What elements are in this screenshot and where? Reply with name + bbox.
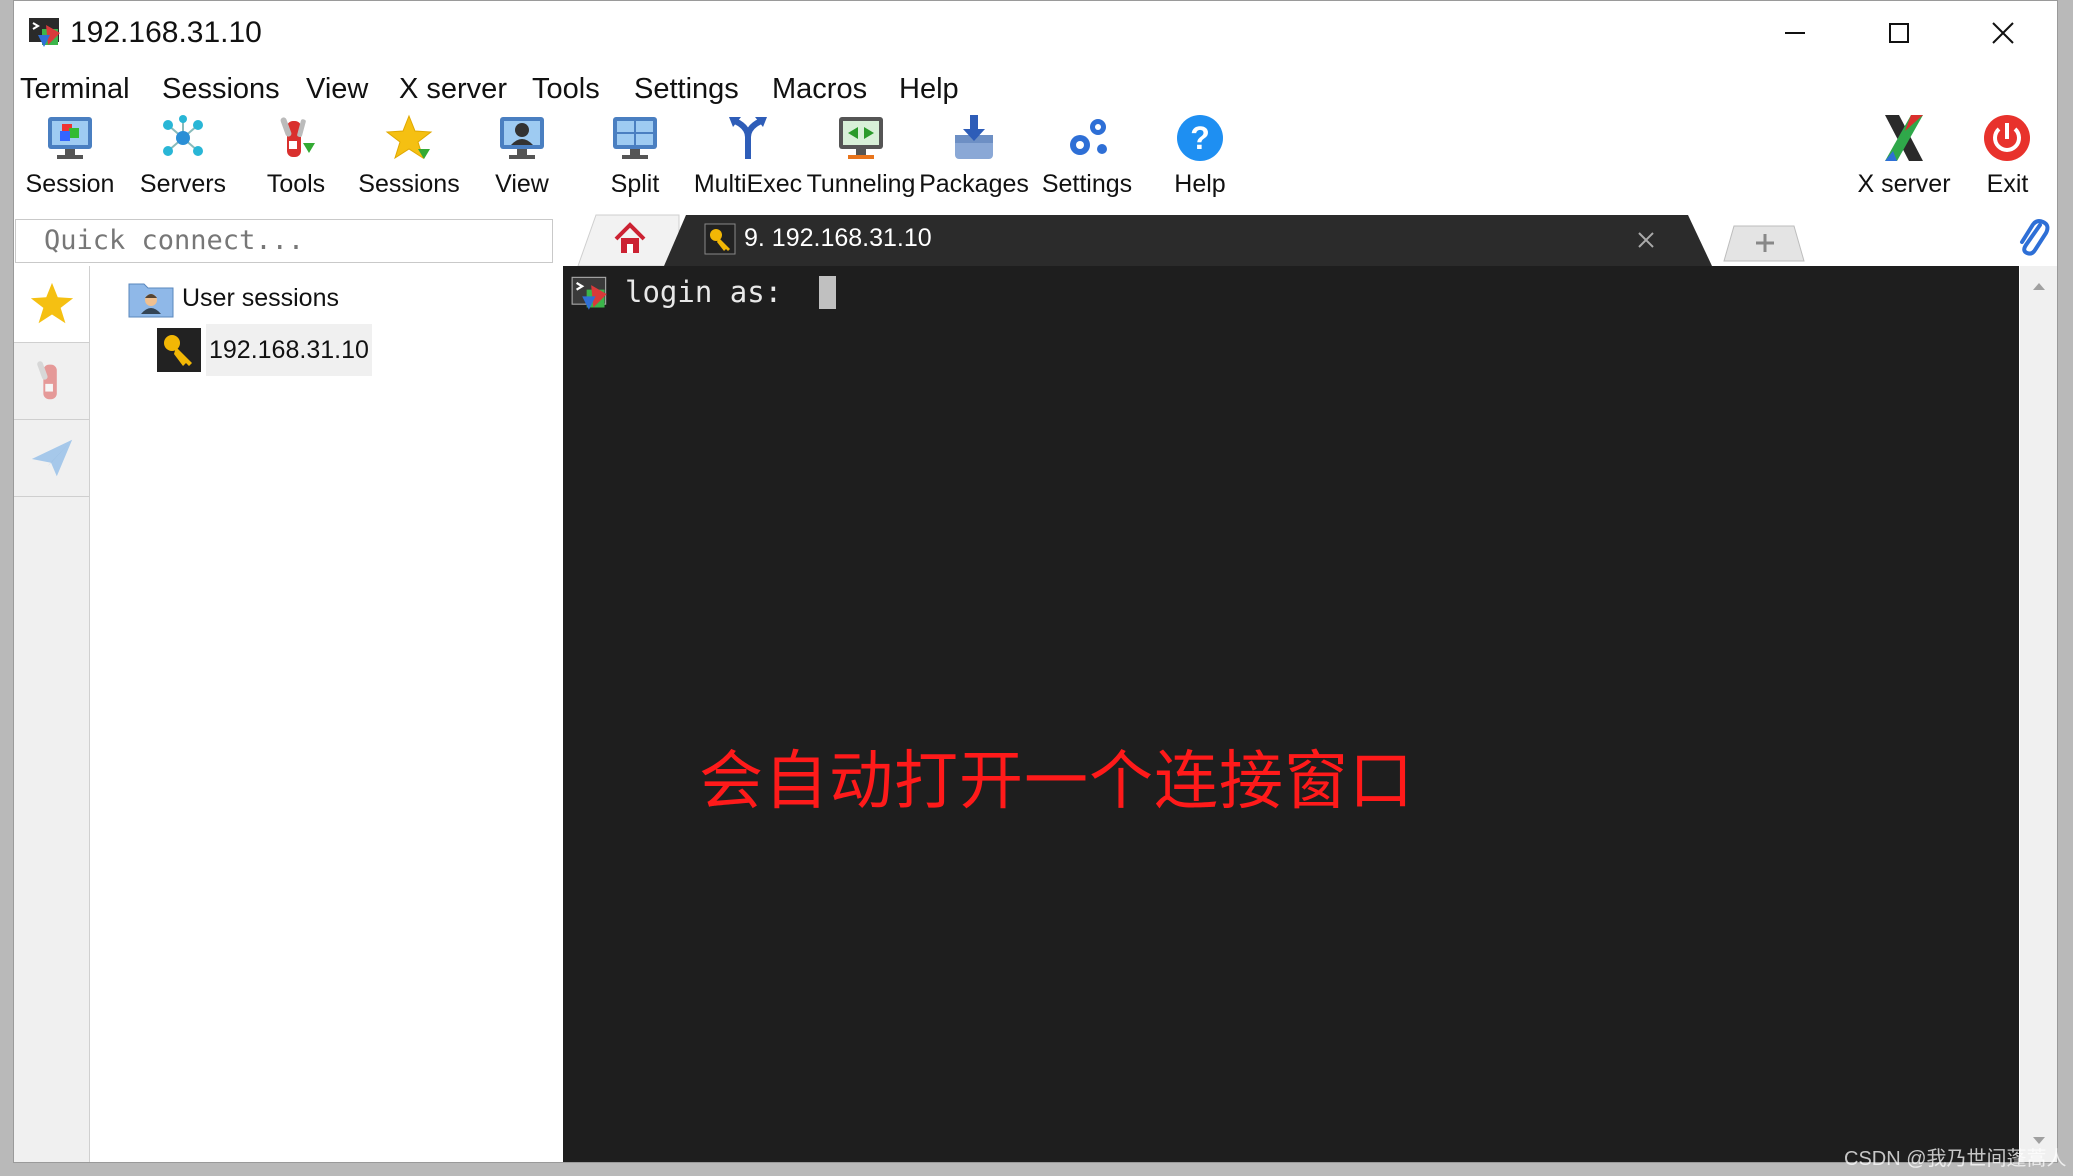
tunneling-icon (839, 117, 883, 159)
session-tab-active[interactable]: 9. 192.168.31.10 (704, 219, 1664, 259)
maximize-icon (1889, 23, 1909, 43)
settings-label: Settings (1041, 170, 1133, 198)
view-label: View (495, 170, 549, 198)
session-label: Session (25, 170, 115, 198)
view-button[interactable]: View (466, 111, 578, 211)
attachment-button[interactable] (2014, 215, 2050, 259)
minimize-icon (1785, 32, 1805, 34)
user-folder-icon (128, 283, 174, 318)
split-label: Split (610, 170, 660, 198)
session-button[interactable]: Session (14, 111, 126, 211)
close-icon (1992, 22, 2014, 44)
tab-close-icon[interactable] (1637, 231, 1655, 249)
home-tab[interactable] (610, 219, 650, 259)
red-annotation-text: 会自动打开一个连接窗口 (699, 745, 1414, 819)
tools-icon (280, 117, 315, 157)
plus-icon (1756, 234, 1774, 252)
sessions-side-tab[interactable] (14, 266, 89, 343)
session-tab-label: 9. 192.168.31.10 (744, 224, 932, 252)
help-icon: ? (1177, 115, 1223, 161)
menu-tools[interactable]: Tools (532, 71, 600, 107)
servers-button[interactable]: Servers (127, 111, 239, 211)
power-icon (1984, 115, 2030, 161)
tools-icon (36, 361, 57, 400)
title-bar: 192.168.31.10 (14, 1, 2057, 65)
key-icon (704, 223, 736, 255)
help-label: Help (1174, 170, 1226, 198)
sessions-label: Sessions (358, 170, 460, 198)
terminal-prompt: login as: (625, 275, 800, 309)
packages-button[interactable]: Packages (918, 111, 1030, 211)
sidebar-strip (14, 266, 90, 1162)
multiexec-label: MultiExec (693, 170, 803, 198)
terminal-scrollbar[interactable] (2020, 266, 2057, 1162)
help-button[interactable]: ? Help (1144, 111, 1256, 211)
packages-label: Packages (919, 170, 1029, 198)
packages-icon (955, 115, 993, 159)
star-icon (385, 114, 433, 160)
close-button[interactable] (1951, 1, 2055, 65)
terminal-cursor (819, 276, 836, 309)
view-icon (500, 117, 544, 159)
exit-label: Exit (1986, 170, 2029, 198)
paperclip-icon (2020, 219, 2050, 256)
menu-bar: Terminal Sessions View X server Tools Se… (14, 67, 2057, 111)
menu-sessions[interactable]: Sessions (162, 71, 280, 107)
menu-view[interactable]: View (306, 71, 368, 107)
session-item[interactable]: 192.168.31.10 (156, 324, 372, 376)
terminal-pane[interactable]: login as: (563, 266, 2019, 1162)
menu-settings[interactable]: Settings (634, 71, 739, 107)
sessions-button[interactable]: Sessions (353, 111, 465, 211)
maximize-button[interactable] (1847, 1, 1951, 65)
servers-label: Servers (139, 170, 227, 198)
menu-help[interactable]: Help (899, 71, 959, 107)
split-button[interactable]: Split (579, 111, 691, 211)
menu-x-server[interactable]: X server (399, 71, 507, 107)
toolbar: Session Servers Tools Sessions View Spli… (14, 111, 2057, 211)
session-tree: User sessions 192.168.31.10 (90, 266, 567, 1162)
menu-macros[interactable]: Macros (772, 71, 867, 107)
svg-text:?: ? (1190, 120, 1210, 156)
settings-button[interactable]: Settings (1031, 111, 1143, 211)
minimize-button[interactable] (1743, 1, 1847, 65)
star-icon (30, 282, 73, 324)
gear-icon (1070, 119, 1107, 155)
session-icon (48, 117, 92, 159)
xserver-button[interactable]: X server (1848, 111, 1960, 211)
key-icon (157, 328, 201, 372)
servers-icon (163, 115, 203, 156)
tools-label: Tools (266, 170, 326, 198)
tab-bar: 9. 192.168.31.10 (564, 211, 2054, 266)
scroll-up-arrow-icon[interactable] (2032, 281, 2046, 291)
window-title: 192.168.31.10 (70, 16, 262, 49)
tools-button[interactable]: Tools (240, 111, 352, 211)
exit-button[interactable]: Exit (1960, 111, 2055, 211)
mobaxterm-icon (571, 276, 607, 310)
session-item-label: 192.168.31.10 (206, 324, 372, 376)
split-icon (613, 117, 657, 159)
multiexec-fork-icon (729, 117, 767, 159)
mobaxterm-window: 192.168.31.10 Terminal Sessions View X s… (13, 0, 2058, 1163)
sftp-side-tab[interactable] (14, 420, 89, 497)
tunneling-label: Tunneling (806, 170, 916, 198)
multiexec-button[interactable]: MultiExec (692, 111, 804, 211)
quick-connect-input[interactable]: Quick connect... (15, 219, 553, 263)
user-sessions-folder[interactable]: User sessions (128, 278, 428, 318)
folder-label: User sessions (182, 284, 339, 312)
paper-plane-icon (31, 439, 72, 477)
tools-side-tab[interactable] (14, 343, 89, 420)
tunneling-button[interactable]: Tunneling (805, 111, 917, 211)
menu-terminal[interactable]: Terminal (20, 71, 130, 107)
x-server-icon (1885, 115, 1923, 161)
csdn-watermark: CSDN @我乃世间蓬蒿人 (1844, 1148, 2067, 1170)
home-icon (614, 222, 646, 253)
new-tab-button[interactable] (1750, 228, 1780, 258)
xserver-label: X server (1857, 170, 1951, 198)
app-icon (29, 18, 60, 47)
